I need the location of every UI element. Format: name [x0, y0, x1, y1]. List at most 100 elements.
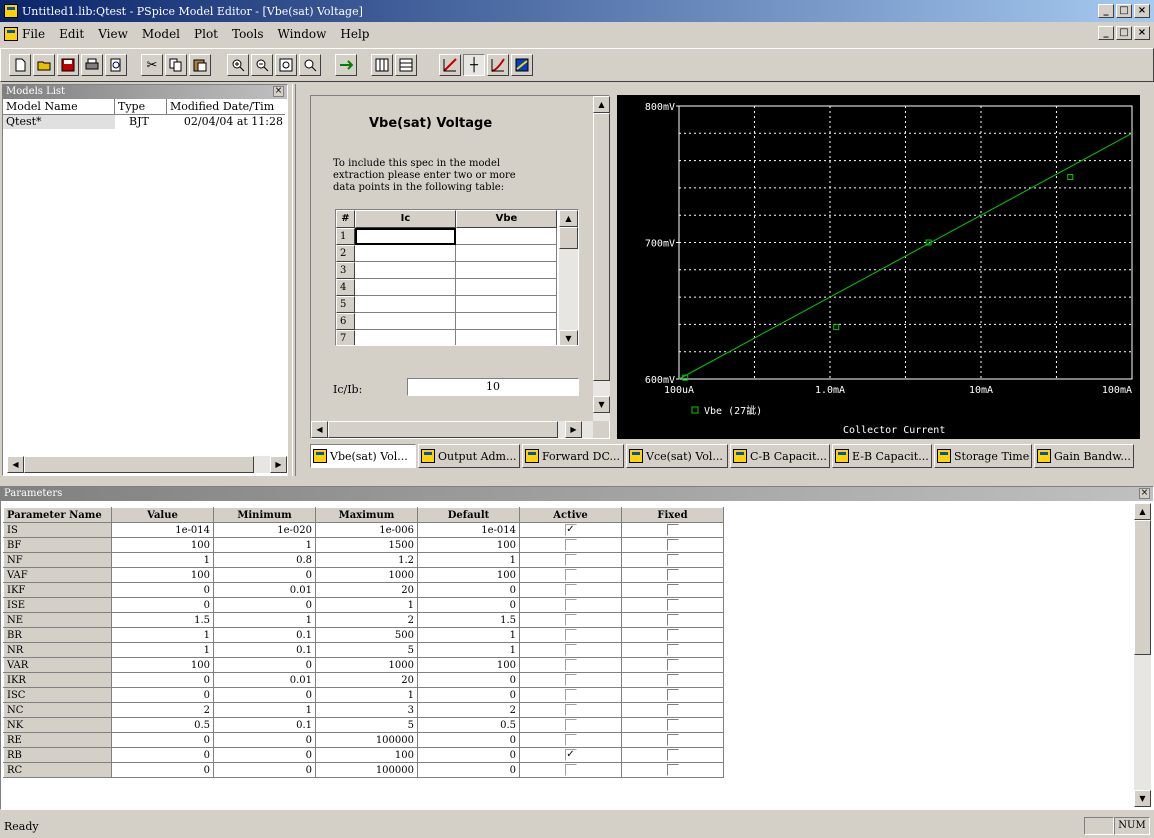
param-def-cell[interactable]: 0 [417, 687, 520, 703]
param-value-cell[interactable]: 0 [111, 672, 214, 688]
param-value-cell[interactable]: 100 [111, 567, 214, 583]
scroll-thumb[interactable] [24, 456, 254, 473]
col-vbe[interactable]: Vbe [456, 210, 557, 228]
col-ic[interactable]: Ic [355, 210, 456, 228]
param-def-cell[interactable]: 100 [417, 657, 520, 673]
doc-restore-button[interactable]: □ [1116, 26, 1132, 40]
fixed-checkbox[interactable] [666, 719, 679, 731]
vbe-cell[interactable] [456, 228, 557, 245]
param-min-cell[interactable]: 1 [213, 702, 316, 718]
param-def-cell[interactable]: 0 [417, 597, 520, 613]
parameter-row[interactable]: NF 1 0.8 1.2 1 [3, 552, 724, 568]
param-def-cell[interactable]: 1 [417, 627, 520, 643]
vbe-cell[interactable] [456, 313, 557, 330]
zoom-fit-icon[interactable] [299, 54, 321, 76]
param-def-cell[interactable]: 1 [417, 642, 520, 658]
param-value-cell[interactable]: 1.5 [111, 612, 214, 628]
tab-4[interactable]: Vce(sat) Vol... [626, 444, 728, 468]
param-value-cell[interactable]: 0 [111, 732, 214, 748]
extract-model-icon[interactable] [335, 54, 357, 76]
spec-hscroll-thumb[interactable] [328, 421, 558, 438]
param-max-cell[interactable]: 20 [315, 672, 418, 688]
param-max-cell[interactable]: 1 [315, 687, 418, 703]
cut-icon[interactable]: ✂ [141, 54, 163, 76]
zoom-out-icon[interactable] [251, 54, 273, 76]
menu-file[interactable]: File [22, 27, 45, 41]
active-checkbox[interactable] [564, 704, 577, 716]
param-value-cell[interactable]: 0 [111, 687, 214, 703]
tab-5[interactable]: C-B Capacit... [730, 444, 830, 468]
vbe-cell[interactable] [456, 330, 557, 345]
param-max-cell[interactable]: 1 [315, 597, 418, 613]
fixed-checkbox[interactable] [666, 614, 679, 626]
spec-scroll-thumb[interactable] [593, 113, 610, 381]
parameter-row[interactable]: VAR 100 0 1000 100 [3, 657, 724, 673]
active-checkbox[interactable] [564, 674, 577, 686]
param-max-cell[interactable]: 500 [315, 627, 418, 643]
param-value-cell[interactable]: 1 [111, 552, 214, 568]
param-def-cell[interactable]: 2 [417, 702, 520, 718]
fixed-checkbox[interactable] [666, 524, 679, 536]
log-scale-icon[interactable] [487, 54, 509, 76]
parameter-row[interactable]: ISE 0 0 1 0 [3, 597, 724, 613]
parameter-row[interactable]: NC 2 1 3 2 [3, 702, 724, 718]
parameter-row[interactable]: RC 0 0 100000 0 [3, 762, 724, 778]
tab-8[interactable]: Gain Bandw... [1034, 444, 1134, 468]
table-scroll-down-icon[interactable]: ▼ [559, 330, 578, 345]
param-def-cell[interactable]: 0 [417, 732, 520, 748]
vbe-plot[interactable]: 600mV 700mV 800mV 100uA 1.0mA 10mA 100mA Vbe (… [617, 95, 1140, 439]
param-max-cell[interactable]: 5 [315, 717, 418, 733]
doc-close-button[interactable]: × [1134, 26, 1150, 40]
parameter-row[interactable]: IKR 0 0.01 20 0 [3, 672, 724, 688]
cursor-icon[interactable]: ┼ [463, 54, 485, 76]
new-file-icon[interactable] [9, 54, 31, 76]
active-checkbox[interactable] [564, 734, 577, 746]
show-data-icon[interactable] [511, 54, 533, 76]
params-scroll-up-icon[interactable]: ▲ [1134, 503, 1151, 520]
active-checkbox[interactable]: ✓ [564, 749, 577, 761]
fixed-checkbox[interactable] [666, 539, 679, 551]
param-def-cell[interactable]: 0.5 [417, 717, 520, 733]
scroll-right-icon[interactable]: ▶ [270, 456, 287, 473]
active-checkbox[interactable] [564, 689, 577, 701]
vbe-cell[interactable] [456, 262, 557, 279]
menu-help[interactable]: Help [340, 27, 369, 41]
param-max-cell[interactable]: 1.2 [315, 552, 418, 568]
add-curve-icon[interactable] [439, 54, 461, 76]
col-value[interactable]: Value [111, 507, 214, 523]
menu-view[interactable]: View [98, 27, 128, 41]
vbe-cell[interactable] [456, 296, 557, 313]
fixed-checkbox[interactable] [666, 629, 679, 641]
param-min-cell[interactable]: 0.01 [213, 582, 316, 598]
param-def-cell[interactable]: 0 [417, 672, 520, 688]
parameter-row[interactable]: IKF 0 0.01 20 0 [3, 582, 724, 598]
active-checkbox[interactable] [564, 614, 577, 626]
col-active[interactable]: Active [519, 507, 622, 523]
spec-scroll-down-icon[interactable]: ▼ [593, 396, 610, 413]
param-min-cell[interactable]: 0.1 [213, 717, 316, 733]
menu-plot[interactable]: Plot [194, 27, 218, 41]
active-checkbox[interactable] [564, 629, 577, 641]
maximize-button[interactable]: □ [1116, 4, 1132, 18]
vertical-splitter[interactable] [292, 84, 296, 476]
col-type[interactable]: Type [115, 99, 167, 115]
ic-cell[interactable] [355, 228, 456, 245]
fixed-checkbox[interactable] [666, 659, 679, 671]
param-min-cell[interactable]: 0.8 [213, 552, 316, 568]
param-value-cell[interactable]: 0.5 [111, 717, 214, 733]
table-scroll-up-icon[interactable]: ▲ [559, 210, 578, 227]
param-max-cell[interactable]: 100000 [315, 762, 418, 778]
param-value-cell[interactable]: 100 [111, 537, 214, 553]
param-min-cell[interactable]: 0 [213, 657, 316, 673]
open-folder-icon[interactable] [33, 54, 55, 76]
menu-window[interactable]: Window [278, 27, 327, 41]
active-checkbox[interactable] [564, 599, 577, 611]
param-def-cell[interactable]: 0 [417, 582, 520, 598]
fixed-checkbox[interactable] [666, 599, 679, 611]
param-value-cell[interactable]: 0 [111, 747, 214, 763]
fixed-checkbox[interactable] [666, 569, 679, 581]
param-min-cell[interactable]: 0.1 [213, 642, 316, 658]
tab-6[interactable]: E-B Capacit... [832, 444, 932, 468]
params-scroll-down-icon[interactable]: ▼ [1134, 790, 1151, 807]
params-scroll-thumb[interactable] [1134, 520, 1151, 655]
